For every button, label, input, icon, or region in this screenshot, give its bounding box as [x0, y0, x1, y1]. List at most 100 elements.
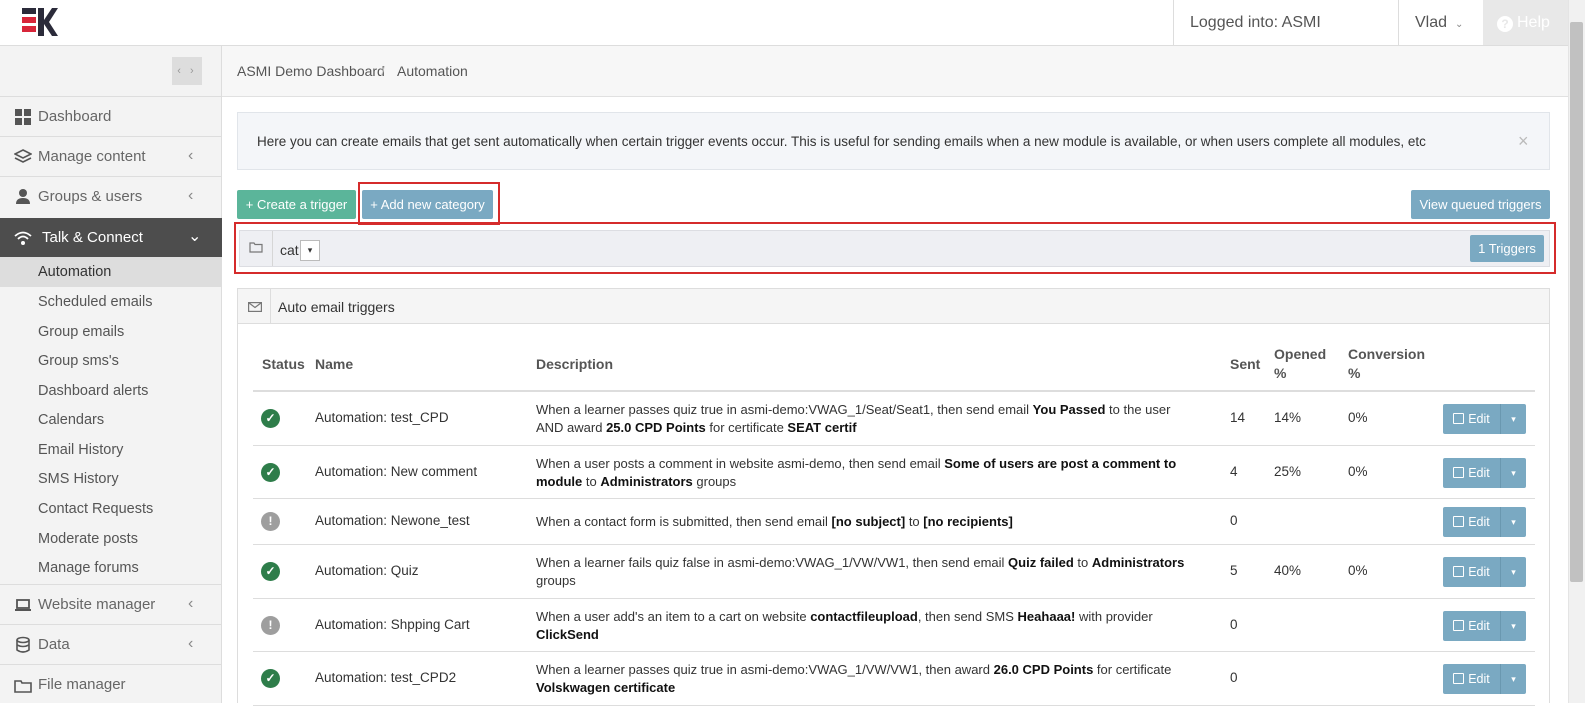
trigger-description: When a contact form is submitted, then s… — [536, 513, 1196, 531]
edit-dropdown-toggle[interactable]: ▾ — [1501, 404, 1526, 434]
column-header-opened[interactable]: Opened % — [1274, 345, 1326, 383]
divider — [270, 289, 271, 324]
create-trigger-button[interactable]: + Create a trigger — [237, 190, 356, 219]
description-highlight: ClickSend — [536, 627, 599, 642]
chevron-left-icon: ‹ — [188, 595, 194, 612]
user-menu[interactable]: Vlad ⌄ — [1398, 0, 1483, 45]
cell-sent: 0 — [1230, 670, 1238, 685]
trigger-description: When a learner passes quiz true in asmi-… — [536, 661, 1196, 697]
column-header-sent[interactable]: Sent — [1230, 355, 1260, 374]
folder-icon — [14, 680, 32, 693]
cell-conversion: 0% — [1348, 410, 1368, 425]
chevron-down-icon: ⌄ — [188, 228, 202, 245]
column-header-name[interactable]: Name — [315, 355, 353, 374]
edit-button[interactable]: Edit — [1443, 664, 1501, 694]
edit-button[interactable]: Edit — [1443, 404, 1501, 434]
description-highlight: Quiz failed — [1008, 555, 1074, 570]
close-icon[interactable]: × — [1518, 131, 1529, 152]
status-ok-icon: ✓ — [261, 409, 280, 428]
help-button[interactable]: ? Help — [1483, 0, 1568, 45]
trigger-name: Automation: test_CPD2 — [315, 670, 457, 685]
sidebar-collapse-button[interactable]: ‹ › — [172, 57, 202, 85]
trigger-name: Automation: Newone_test — [315, 513, 470, 528]
sidebar-item-label: Manage content — [38, 148, 146, 165]
sidebar: ‹ › Dashboard Manage content ‹ Groups & … — [0, 46, 222, 703]
edit-dropdown-toggle[interactable]: ▾ — [1501, 458, 1526, 488]
edit-dropdown-toggle[interactable]: ▾ — [1501, 611, 1526, 641]
sidebar-item-label: Website manager — [38, 596, 156, 613]
view-queued-triggers-button[interactable]: View queued triggers — [1411, 190, 1550, 219]
column-header-status[interactable]: Status — [262, 355, 305, 374]
sidebar-subitem-dashboard-alerts[interactable]: Dashboard alerts — [0, 376, 222, 406]
question-icon: ? — [1497, 16, 1513, 32]
sidebar-subitem-contact-requests[interactable]: Contact Requests — [0, 494, 222, 524]
description-text: When a user add's an item to a cart on w… — [536, 609, 811, 624]
column-header-conversion-unit: % — [1348, 365, 1361, 381]
sidebar-subitem-calendars[interactable]: Calendars — [0, 405, 222, 435]
cell-sent: 5 — [1230, 563, 1238, 578]
help-label: Help — [1517, 14, 1550, 31]
breadcrumb-dashboard-link[interactable]: ASMI Demo Dashboard — [237, 63, 385, 79]
edit-button[interactable]: Edit — [1443, 507, 1501, 537]
sidebar-item-file-manager[interactable]: File manager — [0, 664, 222, 704]
edit-button-group: Edit ▾ — [1443, 404, 1526, 434]
table-row: ✓ Automation: test_CPD2 When a learner pas… — [253, 652, 1535, 706]
top-bar: Logged into: ASMI Demo⌄ Vlad ⌄ ?Help — [0, 0, 1585, 76]
sidebar-subitem-scheduled-emails[interactable]: Scheduled emails — [0, 287, 222, 317]
table-row: ✓ Automation: Quiz When a learner fails qu… — [253, 545, 1535, 599]
table-row: ✓ Automation: New comment When a user post… — [253, 446, 1535, 499]
sidebar-item-groups-users[interactable]: Groups & users ‹ — [0, 176, 222, 216]
edit-icon — [1453, 413, 1465, 424]
column-header-conversion-label: Conversion — [1348, 346, 1426, 362]
sidebar-subitem-group-sms[interactable]: Group sms's — [0, 346, 222, 376]
trigger-description: When a user posts a comment in website a… — [536, 455, 1196, 491]
sidebar-item-dashboard[interactable]: Dashboard — [0, 96, 222, 136]
wifi-icon — [14, 231, 32, 245]
sidebar-item-talk-connect[interactable]: Talk & Connect ⌄ — [0, 218, 222, 258]
edit-dropdown-toggle[interactable]: ▾ — [1501, 664, 1526, 694]
column-header-conversion[interactable]: Conversion % — [1348, 345, 1425, 383]
edit-button[interactable]: Edit — [1443, 611, 1501, 641]
edit-icon — [1453, 516, 1465, 527]
edit-button[interactable]: Edit — [1443, 458, 1501, 488]
trigger-name: Automation: test_CPD — [315, 410, 449, 425]
status-ok-icon: ✓ — [261, 463, 280, 482]
description-highlight: Volskwagen certificate — [536, 680, 676, 695]
brand-logo[interactable] — [22, 6, 58, 38]
panel-title: Auto email triggers — [278, 299, 395, 315]
laptop-icon — [15, 599, 31, 611]
sidebar-subitem-email-history[interactable]: Email History — [0, 435, 222, 465]
sidebar-subitem-manage-forums[interactable]: Manage forums — [0, 553, 222, 583]
scrollbar-thumb[interactable] — [1570, 22, 1583, 582]
layers-icon — [14, 149, 32, 163]
sidebar-subitem-moderate-posts[interactable]: Moderate posts — [0, 524, 222, 554]
edit-button-group: Edit ▾ — [1443, 458, 1526, 488]
sidebar-subitem-automation[interactable]: Automation — [0, 257, 222, 287]
description-highlight: 25.0 CPD Points — [606, 420, 706, 435]
description-text: When a learner passes quiz true in asmi-… — [536, 402, 1033, 417]
sidebar-item-manage-content[interactable]: Manage content ‹ — [0, 136, 222, 176]
sidebar-item-label: Groups & users — [38, 188, 143, 205]
account-switcher[interactable]: Logged into: ASMI Demo⌄ — [1173, 0, 1398, 76]
user-icon — [16, 189, 30, 204]
edit-button[interactable]: Edit — [1443, 557, 1501, 587]
status-warning-icon: ! — [261, 512, 280, 531]
sidebar-subitem-sms-history[interactable]: SMS History — [0, 464, 222, 494]
column-header-opened-label: Opened — [1274, 346, 1327, 362]
cell-conversion: 0% — [1348, 563, 1368, 578]
breadcrumb-current: Automation — [397, 63, 468, 79]
edit-button-group: Edit ▾ — [1443, 664, 1526, 694]
sidebar-item-website-manager[interactable]: Website manager ‹ — [0, 584, 222, 624]
user-name: Vlad — [1415, 14, 1448, 31]
cell-sent: 0 — [1230, 617, 1238, 632]
edit-dropdown-toggle[interactable]: ▾ — [1501, 557, 1526, 587]
sidebar-item-label: Data — [38, 636, 70, 653]
edit-label: Edit — [1468, 412, 1490, 426]
sidebar-item-data[interactable]: Data ‹ — [0, 624, 222, 664]
description-text: When a learner fails quiz false in asmi-… — [536, 555, 1009, 570]
column-header-description[interactable]: Description — [536, 355, 613, 374]
edit-dropdown-toggle[interactable]: ▾ — [1501, 507, 1526, 537]
sidebar-subitem-group-emails[interactable]: Group emails — [0, 317, 222, 347]
edit-button-group: Edit ▾ — [1443, 611, 1526, 641]
description-text: to — [582, 474, 601, 489]
